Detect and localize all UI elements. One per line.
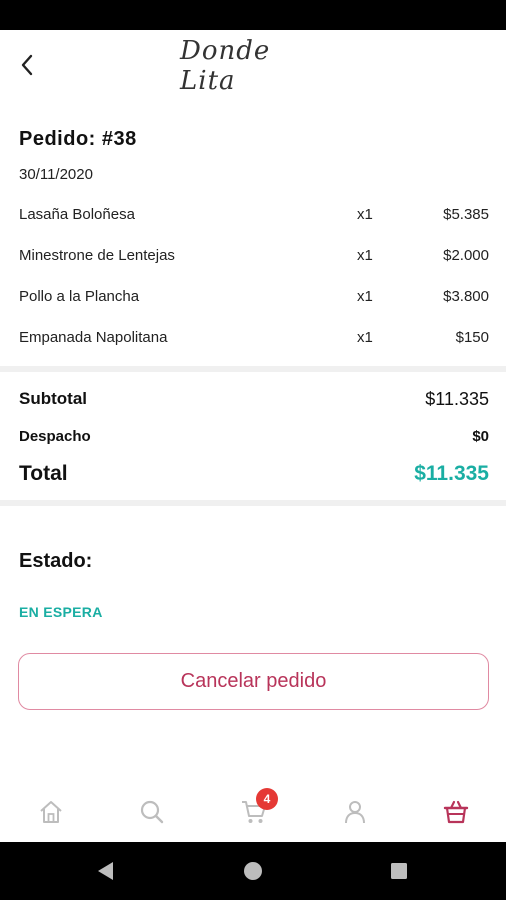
despacho-value: $0 bbox=[472, 428, 489, 445]
system-back-button[interactable] bbox=[93, 859, 117, 883]
user-icon bbox=[345, 801, 365, 824]
logo-text: Donde Lita bbox=[180, 36, 271, 96]
status-bar bbox=[0, 0, 506, 30]
order-date: 30/11/2020 bbox=[19, 166, 93, 183]
order-item-row: Lasaña Boloñesa x1 $5.385 bbox=[19, 203, 489, 244]
nav-cart[interactable]: 4 bbox=[234, 788, 278, 830]
header: Donde Lita bbox=[0, 30, 506, 100]
item-name: Empanada Napolitana bbox=[19, 329, 168, 346]
item-quantity: x1 bbox=[357, 288, 373, 305]
item-name: Pollo a la Plancha bbox=[19, 288, 140, 305]
home-icon bbox=[40, 801, 62, 823]
item-price: $150 bbox=[455, 329, 489, 346]
subtotal-label: Subtotal bbox=[19, 389, 87, 408]
cancel-order-label: Cancelar pedido bbox=[180, 670, 327, 692]
nav-profile[interactable] bbox=[335, 794, 375, 830]
order-item-row: Pollo a la Plancha x1 $3.800 bbox=[19, 285, 489, 326]
order-item-row: Empanada Napolitana x1 $150 bbox=[19, 326, 489, 367]
basket-icon bbox=[443, 800, 469, 824]
section-divider bbox=[0, 500, 506, 506]
item-quantity: x1 bbox=[357, 329, 373, 346]
order-title: Pedido: #38 bbox=[19, 128, 137, 150]
chevron-left-icon bbox=[21, 54, 33, 76]
order-item-row: Minestrone de Lentejas x1 $2.000 bbox=[19, 244, 489, 285]
nav-search[interactable] bbox=[132, 794, 172, 830]
total-label: Total bbox=[19, 462, 68, 485]
item-price: $5.385 bbox=[443, 206, 489, 223]
item-quantity: x1 bbox=[357, 206, 373, 223]
square-recents-icon bbox=[391, 863, 407, 879]
bottom-navigation: 4 bbox=[0, 782, 506, 842]
cancel-order-button[interactable]: Cancelar pedido bbox=[18, 653, 489, 710]
search-icon bbox=[140, 800, 164, 824]
despacho-label: Despacho bbox=[19, 428, 91, 445]
section-divider bbox=[0, 366, 506, 372]
system-recents-button[interactable] bbox=[387, 859, 411, 883]
item-name: Minestrone de Lentejas bbox=[19, 247, 175, 264]
cart-count-badge: 4 bbox=[256, 788, 278, 810]
circle-home-icon bbox=[244, 862, 262, 880]
nav-orders[interactable] bbox=[436, 794, 476, 830]
app-logo: Donde Lita bbox=[180, 36, 320, 96]
item-price: $2.000 bbox=[443, 247, 489, 264]
system-home-button[interactable] bbox=[241, 859, 265, 883]
nav-home[interactable] bbox=[31, 794, 71, 830]
total-value: $11.335 bbox=[414, 462, 489, 485]
triangle-back-icon bbox=[98, 862, 113, 880]
order-items-list: Lasaña Boloñesa x1 $5.385 Minestrone de … bbox=[19, 203, 489, 367]
subtotal-value: $11.335 bbox=[425, 389, 489, 409]
status-badge: EN ESPERA bbox=[19, 604, 103, 620]
item-price: $3.800 bbox=[443, 288, 489, 305]
item-quantity: x1 bbox=[357, 247, 373, 264]
item-name: Lasaña Boloñesa bbox=[19, 206, 135, 223]
back-button[interactable] bbox=[12, 50, 42, 80]
status-label: Estado: bbox=[19, 550, 93, 572]
system-navigation-bar bbox=[0, 842, 506, 900]
